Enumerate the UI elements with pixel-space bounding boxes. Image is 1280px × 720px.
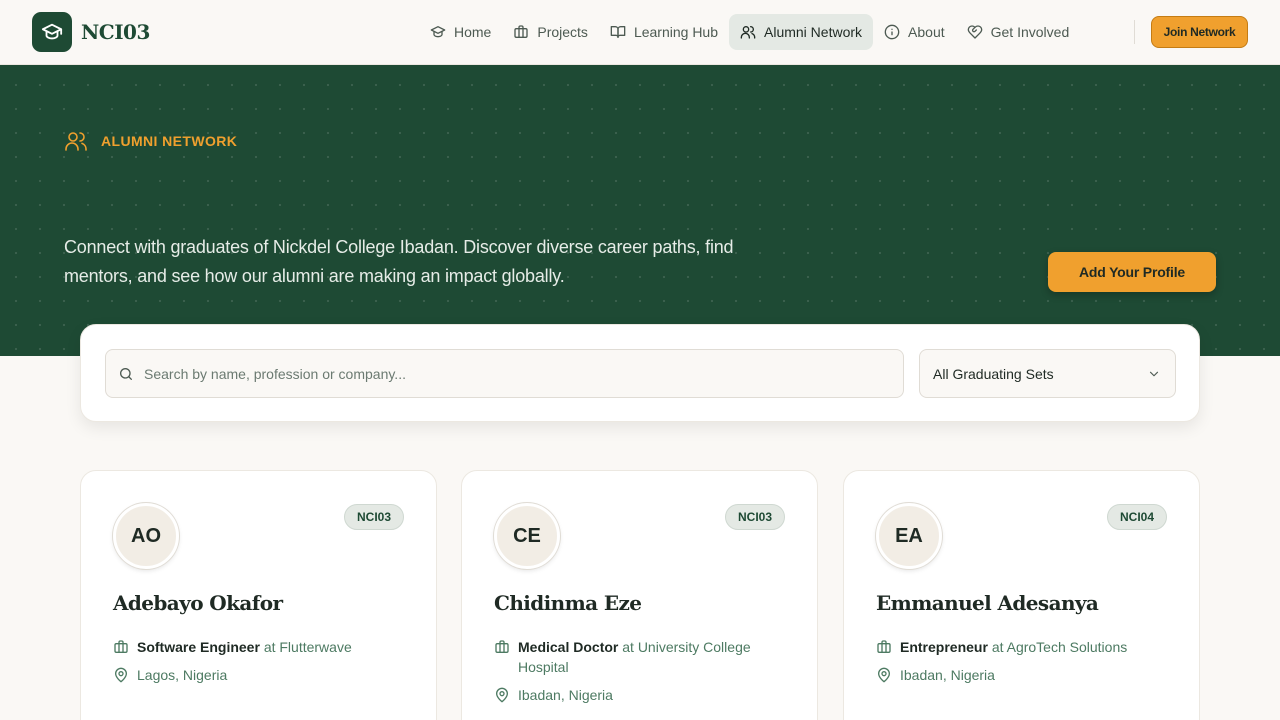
alumni-location-text: Ibadan, Nigeria: [900, 667, 995, 683]
nav-item-home[interactable]: Home: [419, 14, 502, 50]
join-network-button[interactable]: Join Network: [1151, 16, 1248, 48]
brand-name: NCI03: [81, 20, 150, 44]
search-box[interactable]: [105, 349, 904, 398]
map-pin-icon: [496, 687, 508, 703]
users-icon: [740, 26, 756, 39]
alumni-location: Ibadan, Nigeria: [876, 665, 995, 685]
nav-item-label: About: [908, 24, 945, 40]
alumni-role: Entrepreneur: [900, 639, 988, 655]
map-pin-icon: [115, 667, 127, 683]
graduation-cap-icon: [430, 26, 446, 38]
hero-banner: ALUMNI NETWORK Connect with graduates of…: [0, 65, 1280, 356]
alumni-name: Chidinma Eze: [494, 591, 642, 615]
nav-item-label: Projects: [537, 24, 588, 40]
search-input[interactable]: [144, 365, 884, 382]
users-icon: [65, 132, 87, 151]
briefcase-icon: [514, 25, 529, 38]
nav-item-projects[interactable]: Projects: [502, 14, 599, 50]
section-eyebrow: ALUMNI NETWORK: [64, 129, 237, 153]
nav-item-label: Alumni Network: [764, 24, 863, 40]
hero-description: Connect with graduates of Nickdel Colleg…: [64, 237, 734, 286]
alumni-role: Software Engineer: [137, 639, 260, 655]
avatar: CE: [494, 503, 560, 569]
heart-handshake-icon: [967, 25, 982, 39]
nav-item-learning-hub[interactable]: Learning Hub: [599, 14, 729, 50]
nav-item-get-involved[interactable]: Get Involved: [956, 14, 1081, 50]
graduating-set-badge: NCI04: [1106, 504, 1167, 530]
alumni-role: Medical Doctor: [518, 639, 619, 655]
add-your-profile-button[interactable]: Add Your Profile: [1048, 252, 1216, 292]
alumni-location: Lagos, Nigeria: [113, 665, 227, 685]
info-icon: [884, 24, 900, 40]
alumni-location: Ibadan, Nigeria: [494, 685, 613, 705]
brand-logo[interactable]: NCI03: [32, 12, 150, 52]
alumni-name: Emmanuel Adesanya: [876, 591, 1099, 615]
graduating-set-select[interactable]: All Graduating Sets: [919, 349, 1176, 398]
alumni-location-text: Ibadan, Nigeria: [518, 687, 613, 703]
alumni-company: at Flutterwave: [263, 639, 352, 655]
search-icon: [120, 367, 132, 380]
search-panel: All Graduating Sets: [80, 324, 1200, 422]
graduating-set-badge: NCI03: [724, 504, 785, 530]
main-nav: Home Projects Learning Hub Alumni Networ…: [419, 14, 1080, 50]
nav-item-label: Learning Hub: [633, 24, 718, 40]
briefcase-icon: [495, 640, 509, 653]
nav-item-label: Home: [454, 24, 492, 40]
briefcase-icon: [877, 640, 891, 653]
chevron-down-icon: [1149, 371, 1159, 376]
book-open-icon: [610, 26, 626, 38]
avatar: AO: [113, 503, 179, 569]
eyebrow-label: ALUMNI NETWORK: [101, 133, 238, 149]
graduation-cap-icon: [32, 12, 72, 52]
alumni-occupation: Entrepreneur at AgroTech Solutions: [876, 637, 1160, 657]
alumni-card[interactable]: EA NCI04 Emmanuel Adesanya Entrepreneur …: [843, 470, 1200, 720]
select-value: All Graduating Sets: [933, 365, 1054, 382]
alumni-card[interactable]: AO NCI03 Adebayo Okafor Software Enginee…: [80, 470, 437, 720]
alumni-company: at AgroTech Solutions: [991, 639, 1128, 655]
top-navbar: NCI03 Home Projects Learning Hub Alumni …: [0, 0, 1280, 65]
nav-item-alumni-network[interactable]: Alumni Network: [729, 14, 874, 50]
briefcase-icon: [114, 640, 128, 653]
graduating-set-badge: NCI03: [343, 504, 404, 530]
alumni-name: Adebayo Okafor: [113, 591, 283, 615]
alumni-occupation: Software Engineer at Flutterwave: [113, 637, 397, 657]
alumni-location-text: Lagos, Nigeria: [137, 667, 228, 683]
avatar: EA: [876, 503, 942, 569]
nav-item-about[interactable]: About: [873, 14, 956, 50]
map-pin-icon: [878, 667, 890, 683]
alumni-occupation: Medical Doctor at University College Hos…: [494, 637, 778, 677]
nav-item-label: Get Involved: [990, 24, 1070, 40]
alumni-card[interactable]: CE NCI03 Chidinma Eze Medical Doctor at …: [461, 470, 818, 720]
nav-divider: [1134, 20, 1135, 44]
